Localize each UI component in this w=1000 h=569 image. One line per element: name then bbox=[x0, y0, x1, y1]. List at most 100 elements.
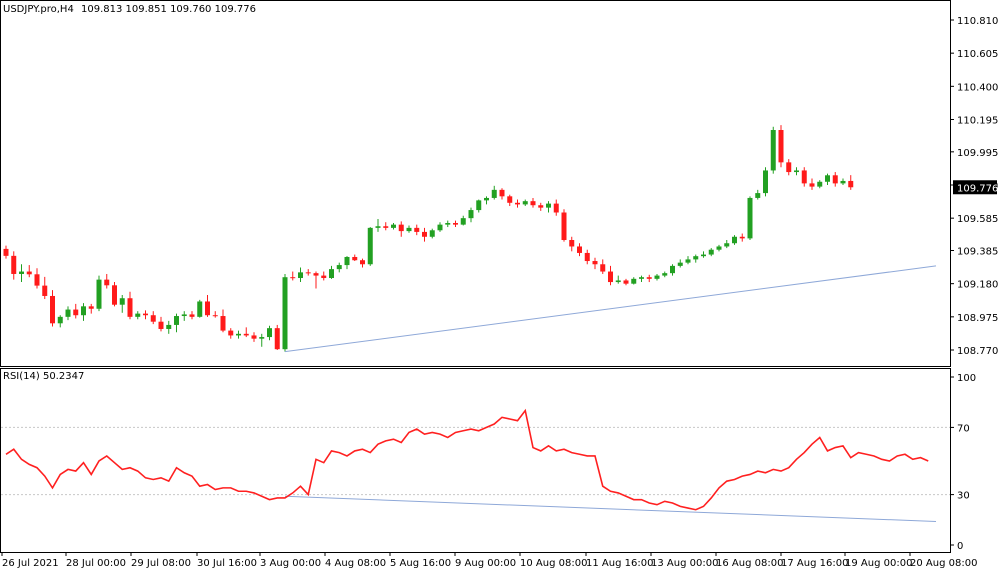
candle-bull bbox=[267, 328, 272, 338]
candle-bear bbox=[553, 203, 559, 213]
candle-bear bbox=[50, 295, 55, 324]
candle-bear bbox=[623, 280, 629, 284]
candle-bull bbox=[840, 180, 846, 184]
candle-bear bbox=[414, 227, 420, 232]
candle-bull bbox=[615, 280, 621, 283]
candle-bear bbox=[360, 260, 365, 265]
candle-bull bbox=[763, 170, 768, 194]
candle-bull bbox=[677, 262, 683, 266]
price-tick-label: 110.605 bbox=[957, 49, 998, 60]
candle-bear bbox=[143, 313, 148, 316]
candle-bull bbox=[484, 197, 489, 201]
candle-bear bbox=[228, 330, 234, 336]
candle-bull bbox=[546, 203, 551, 208]
candle-bear bbox=[34, 274, 40, 286]
candle-bear bbox=[251, 335, 257, 339]
candle-bull bbox=[825, 175, 830, 182]
rsi-header: RSI(14) 50.2347 bbox=[3, 371, 84, 382]
candle-bear bbox=[577, 246, 582, 253]
candle-bear bbox=[205, 301, 210, 316]
price-panel-border bbox=[0, 0, 951, 367]
price-tick-label: 109.995 bbox=[957, 148, 998, 159]
candle-bear bbox=[398, 224, 404, 232]
candle-bear bbox=[832, 175, 838, 184]
candle-bear bbox=[739, 236, 745, 239]
candle-bear bbox=[11, 255, 17, 274]
price-tick-label: 108.975 bbox=[957, 313, 998, 324]
candle-bull bbox=[375, 226, 381, 228]
candle-bull bbox=[119, 298, 125, 305]
candle-bull bbox=[197, 301, 203, 317]
candle-bull bbox=[429, 230, 435, 237]
candle-bear bbox=[809, 183, 815, 187]
candle-bull bbox=[282, 277, 288, 350]
rsi-label: RSI(14) 50.2347 bbox=[3, 371, 85, 382]
candle-bear bbox=[150, 315, 156, 322]
candle-bull bbox=[174, 316, 179, 325]
time-tick-label: 10 Aug 08:00 bbox=[520, 558, 587, 569]
candle-bear bbox=[801, 170, 807, 184]
price-panel: 110.810 110.605 110.400 110.195 109.995 109.7… bbox=[0, 0, 998, 367]
time-tick-label: 28 Jul 00:00 bbox=[66, 558, 126, 569]
candle-bull bbox=[693, 256, 699, 260]
candle-bear bbox=[88, 306, 94, 309]
chart: 110.810 110.605 110.400 110.195 109.995 109.7… bbox=[0, 0, 998, 569]
symbol-label: USDJPY.pro,H4 bbox=[3, 4, 74, 15]
candle-bear bbox=[189, 314, 195, 317]
time-tick-label: 16 Aug 08:00 bbox=[716, 558, 783, 569]
price-tick-label: 110.195 bbox=[957, 115, 998, 126]
candle-bull bbox=[639, 277, 644, 279]
candle-bull bbox=[460, 218, 466, 225]
rsi-tick-label: 30 bbox=[957, 491, 970, 502]
candle-bear bbox=[305, 272, 311, 274]
time-tick-label: 19 Aug 00:00 bbox=[845, 558, 912, 569]
candle-bull bbox=[662, 273, 668, 276]
candle-bull bbox=[670, 265, 675, 274]
candle-bull bbox=[755, 193, 761, 198]
candle-bear bbox=[383, 226, 389, 228]
candle-bear bbox=[600, 264, 606, 272]
candle-bear bbox=[453, 223, 458, 225]
time-tick-label: 4 Aug 08:00 bbox=[325, 558, 386, 569]
candle-bull bbox=[81, 306, 86, 316]
candle-bull bbox=[336, 265, 342, 270]
price-tick-label: 110.810 bbox=[957, 16, 998, 27]
candle-bear bbox=[158, 321, 164, 329]
candle-bear bbox=[778, 130, 784, 163]
candle-bull bbox=[181, 314, 187, 317]
price-tick-label: 108.770 bbox=[957, 346, 998, 357]
candle-bull bbox=[406, 227, 412, 232]
candle-bull bbox=[236, 333, 241, 336]
candle-bull bbox=[344, 256, 350, 266]
candle-bear bbox=[212, 315, 218, 317]
candle-bear bbox=[127, 298, 133, 317]
candle-bull bbox=[724, 243, 730, 247]
candle-bear bbox=[26, 271, 32, 275]
candle-bull bbox=[329, 269, 334, 279]
candle-bear bbox=[584, 252, 590, 262]
candle-bear bbox=[786, 162, 792, 173]
candle-bear bbox=[608, 271, 613, 283]
candle-bull bbox=[135, 313, 141, 317]
candle-bull bbox=[367, 227, 373, 265]
candle-bull bbox=[685, 259, 691, 263]
time-axis: 26 Jul 2021 28 Jul 00:00 29 Jul 08:00 30 Ju… bbox=[1, 552, 977, 569]
price-tick-label: 109.385 bbox=[957, 247, 998, 258]
time-tick-label: 17 Aug 16:00 bbox=[781, 558, 848, 569]
candle-bull bbox=[817, 181, 823, 187]
candle-bear bbox=[499, 189, 505, 197]
candle-bull bbox=[445, 223, 451, 225]
candle-bull bbox=[491, 189, 497, 198]
candle-bull bbox=[747, 197, 753, 239]
candle-bear bbox=[538, 205, 544, 208]
candle-bull bbox=[770, 130, 776, 171]
candle-bull bbox=[654, 275, 660, 279]
time-tick-label: 3 Aug 00:00 bbox=[260, 558, 321, 569]
candle-bull bbox=[732, 236, 737, 244]
candle-bull bbox=[437, 224, 443, 231]
candle-bear bbox=[848, 180, 854, 188]
rsi-trendline bbox=[284, 495, 937, 522]
rsi-panel: 100 70 30 0 bbox=[0, 368, 976, 553]
symbol-header: USDJPY.pro,H4 109.813 109.851 109.760 10… bbox=[3, 4, 256, 15]
candle-bear bbox=[112, 285, 117, 305]
